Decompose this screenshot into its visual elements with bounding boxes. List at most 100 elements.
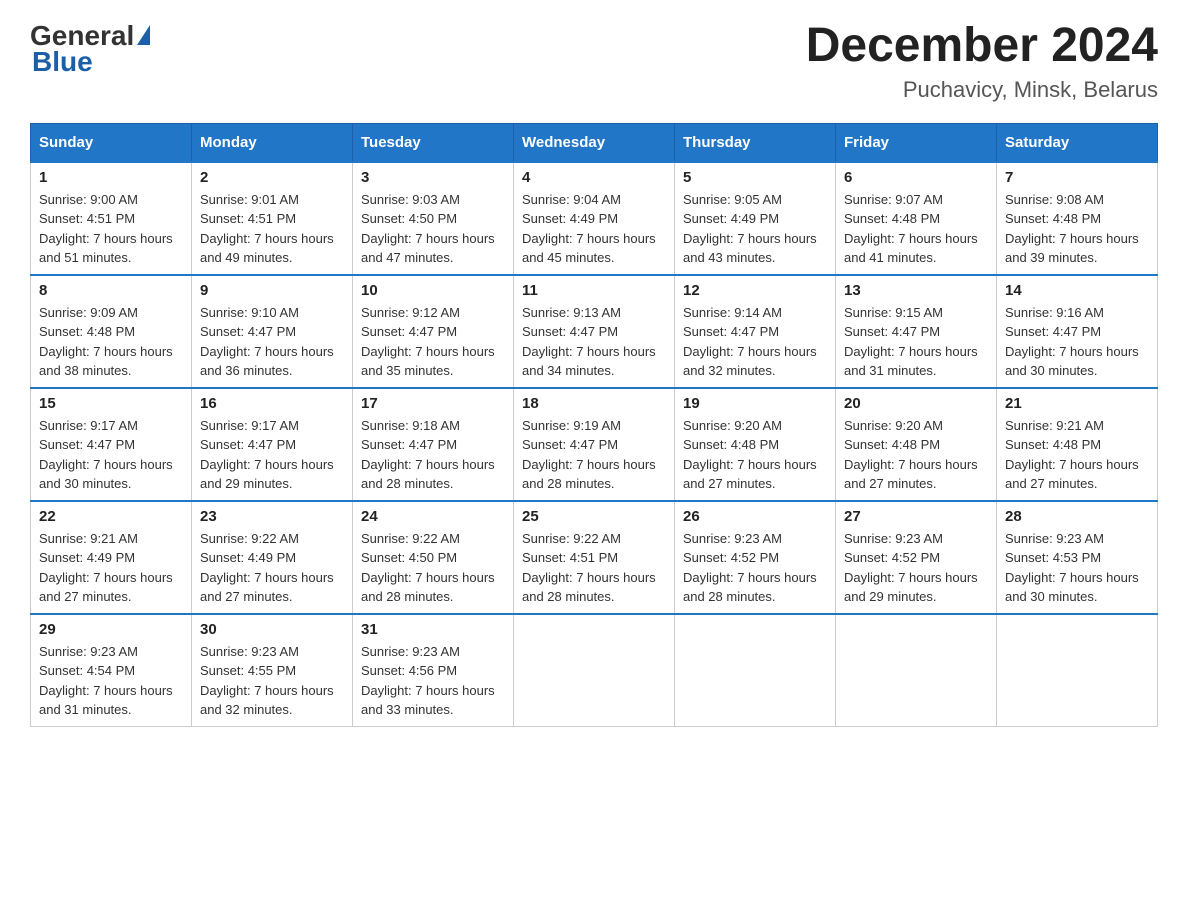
calendar-week-row-1: 1 Sunrise: 9:00 AMSunset: 4:51 PMDayligh… bbox=[31, 162, 1158, 275]
calendar-cell: 18 Sunrise: 9:19 AMSunset: 4:47 PMDaylig… bbox=[514, 388, 675, 501]
day-info: Sunrise: 9:23 AMSunset: 4:55 PMDaylight:… bbox=[200, 642, 344, 720]
calendar-cell: 25 Sunrise: 9:22 AMSunset: 4:51 PMDaylig… bbox=[514, 501, 675, 614]
day-info: Sunrise: 9:23 AMSunset: 4:53 PMDaylight:… bbox=[1005, 529, 1149, 607]
day-info: Sunrise: 9:23 AMSunset: 4:54 PMDaylight:… bbox=[39, 642, 183, 720]
calendar-cell bbox=[997, 614, 1158, 727]
calendar-cell: 3 Sunrise: 9:03 AMSunset: 4:50 PMDayligh… bbox=[353, 162, 514, 275]
calendar-cell: 4 Sunrise: 9:04 AMSunset: 4:49 PMDayligh… bbox=[514, 162, 675, 275]
day-info: Sunrise: 9:05 AMSunset: 4:49 PMDaylight:… bbox=[683, 190, 827, 268]
calendar-cell: 23 Sunrise: 9:22 AMSunset: 4:49 PMDaylig… bbox=[192, 501, 353, 614]
calendar-cell bbox=[514, 614, 675, 727]
day-number: 11 bbox=[522, 282, 666, 299]
day-info: Sunrise: 9:08 AMSunset: 4:48 PMDaylight:… bbox=[1005, 190, 1149, 268]
calendar-cell: 13 Sunrise: 9:15 AMSunset: 4:47 PMDaylig… bbox=[836, 275, 997, 388]
day-number: 7 bbox=[1005, 169, 1149, 186]
col-saturday: Saturday bbox=[997, 123, 1158, 162]
calendar-cell: 19 Sunrise: 9:20 AMSunset: 4:48 PMDaylig… bbox=[675, 388, 836, 501]
calendar-cell: 29 Sunrise: 9:23 AMSunset: 4:54 PMDaylig… bbox=[31, 614, 192, 727]
day-number: 19 bbox=[683, 395, 827, 412]
calendar-cell: 8 Sunrise: 9:09 AMSunset: 4:48 PMDayligh… bbox=[31, 275, 192, 388]
page-header: General Blue December 2024 Puchavicy, Mi… bbox=[30, 20, 1158, 103]
calendar-cell: 14 Sunrise: 9:16 AMSunset: 4:47 PMDaylig… bbox=[997, 275, 1158, 388]
day-number: 5 bbox=[683, 169, 827, 186]
calendar-week-row-4: 22 Sunrise: 9:21 AMSunset: 4:49 PMDaylig… bbox=[31, 501, 1158, 614]
day-info: Sunrise: 9:07 AMSunset: 4:48 PMDaylight:… bbox=[844, 190, 988, 268]
day-info: Sunrise: 9:23 AMSunset: 4:52 PMDaylight:… bbox=[683, 529, 827, 607]
day-number: 22 bbox=[39, 508, 183, 525]
day-number: 16 bbox=[200, 395, 344, 412]
day-number: 17 bbox=[361, 395, 505, 412]
day-number: 12 bbox=[683, 282, 827, 299]
day-info: Sunrise: 9:23 AMSunset: 4:56 PMDaylight:… bbox=[361, 642, 505, 720]
calendar-cell: 22 Sunrise: 9:21 AMSunset: 4:49 PMDaylig… bbox=[31, 501, 192, 614]
calendar-week-row-5: 29 Sunrise: 9:23 AMSunset: 4:54 PMDaylig… bbox=[31, 614, 1158, 727]
day-number: 25 bbox=[522, 508, 666, 525]
day-info: Sunrise: 9:19 AMSunset: 4:47 PMDaylight:… bbox=[522, 416, 666, 494]
day-number: 3 bbox=[361, 169, 505, 186]
calendar-cell: 10 Sunrise: 9:12 AMSunset: 4:47 PMDaylig… bbox=[353, 275, 514, 388]
day-number: 2 bbox=[200, 169, 344, 186]
calendar-cell: 27 Sunrise: 9:23 AMSunset: 4:52 PMDaylig… bbox=[836, 501, 997, 614]
day-info: Sunrise: 9:00 AMSunset: 4:51 PMDaylight:… bbox=[39, 190, 183, 268]
day-info: Sunrise: 9:22 AMSunset: 4:49 PMDaylight:… bbox=[200, 529, 344, 607]
day-number: 27 bbox=[844, 508, 988, 525]
calendar-cell: 16 Sunrise: 9:17 AMSunset: 4:47 PMDaylig… bbox=[192, 388, 353, 501]
day-info: Sunrise: 9:17 AMSunset: 4:47 PMDaylight:… bbox=[200, 416, 344, 494]
location-subtitle: Puchavicy, Minsk, Belarus bbox=[806, 77, 1158, 103]
day-info: Sunrise: 9:22 AMSunset: 4:51 PMDaylight:… bbox=[522, 529, 666, 607]
logo-blue-text: Blue bbox=[32, 46, 93, 78]
calendar-cell: 1 Sunrise: 9:00 AMSunset: 4:51 PMDayligh… bbox=[31, 162, 192, 275]
day-number: 26 bbox=[683, 508, 827, 525]
month-year-title: December 2024 bbox=[806, 20, 1158, 73]
calendar-cell bbox=[836, 614, 997, 727]
day-info: Sunrise: 9:01 AMSunset: 4:51 PMDaylight:… bbox=[200, 190, 344, 268]
day-info: Sunrise: 9:16 AMSunset: 4:47 PMDaylight:… bbox=[1005, 303, 1149, 381]
day-info: Sunrise: 9:09 AMSunset: 4:48 PMDaylight:… bbox=[39, 303, 183, 381]
day-info: Sunrise: 9:21 AMSunset: 4:48 PMDaylight:… bbox=[1005, 416, 1149, 494]
calendar-header-row: Sunday Monday Tuesday Wednesday Thursday… bbox=[31, 123, 1158, 162]
logo: General Blue bbox=[30, 20, 150, 78]
calendar-week-row-2: 8 Sunrise: 9:09 AMSunset: 4:48 PMDayligh… bbox=[31, 275, 1158, 388]
calendar-cell bbox=[675, 614, 836, 727]
col-wednesday: Wednesday bbox=[514, 123, 675, 162]
col-thursday: Thursday bbox=[675, 123, 836, 162]
calendar-cell: 30 Sunrise: 9:23 AMSunset: 4:55 PMDaylig… bbox=[192, 614, 353, 727]
calendar-cell: 9 Sunrise: 9:10 AMSunset: 4:47 PMDayligh… bbox=[192, 275, 353, 388]
day-number: 18 bbox=[522, 395, 666, 412]
calendar-cell: 31 Sunrise: 9:23 AMSunset: 4:56 PMDaylig… bbox=[353, 614, 514, 727]
day-number: 4 bbox=[522, 169, 666, 186]
calendar-cell: 15 Sunrise: 9:17 AMSunset: 4:47 PMDaylig… bbox=[31, 388, 192, 501]
day-number: 21 bbox=[1005, 395, 1149, 412]
calendar-cell: 26 Sunrise: 9:23 AMSunset: 4:52 PMDaylig… bbox=[675, 501, 836, 614]
day-info: Sunrise: 9:21 AMSunset: 4:49 PMDaylight:… bbox=[39, 529, 183, 607]
day-info: Sunrise: 9:14 AMSunset: 4:47 PMDaylight:… bbox=[683, 303, 827, 381]
calendar-cell: 28 Sunrise: 9:23 AMSunset: 4:53 PMDaylig… bbox=[997, 501, 1158, 614]
day-info: Sunrise: 9:18 AMSunset: 4:47 PMDaylight:… bbox=[361, 416, 505, 494]
day-info: Sunrise: 9:20 AMSunset: 4:48 PMDaylight:… bbox=[844, 416, 988, 494]
day-number: 15 bbox=[39, 395, 183, 412]
calendar-cell: 11 Sunrise: 9:13 AMSunset: 4:47 PMDaylig… bbox=[514, 275, 675, 388]
calendar-cell: 24 Sunrise: 9:22 AMSunset: 4:50 PMDaylig… bbox=[353, 501, 514, 614]
day-number: 28 bbox=[1005, 508, 1149, 525]
logo-triangle-icon bbox=[137, 25, 150, 45]
calendar-cell: 6 Sunrise: 9:07 AMSunset: 4:48 PMDayligh… bbox=[836, 162, 997, 275]
day-number: 23 bbox=[200, 508, 344, 525]
day-number: 1 bbox=[39, 169, 183, 186]
day-number: 29 bbox=[39, 621, 183, 638]
day-number: 30 bbox=[200, 621, 344, 638]
day-info: Sunrise: 9:22 AMSunset: 4:50 PMDaylight:… bbox=[361, 529, 505, 607]
day-info: Sunrise: 9:13 AMSunset: 4:47 PMDaylight:… bbox=[522, 303, 666, 381]
day-info: Sunrise: 9:15 AMSunset: 4:47 PMDaylight:… bbox=[844, 303, 988, 381]
calendar-cell: 7 Sunrise: 9:08 AMSunset: 4:48 PMDayligh… bbox=[997, 162, 1158, 275]
calendar-cell: 12 Sunrise: 9:14 AMSunset: 4:47 PMDaylig… bbox=[675, 275, 836, 388]
title-block: December 2024 Puchavicy, Minsk, Belarus bbox=[806, 20, 1158, 103]
day-info: Sunrise: 9:17 AMSunset: 4:47 PMDaylight:… bbox=[39, 416, 183, 494]
day-number: 31 bbox=[361, 621, 505, 638]
day-info: Sunrise: 9:23 AMSunset: 4:52 PMDaylight:… bbox=[844, 529, 988, 607]
day-number: 13 bbox=[844, 282, 988, 299]
calendar-cell: 5 Sunrise: 9:05 AMSunset: 4:49 PMDayligh… bbox=[675, 162, 836, 275]
day-number: 6 bbox=[844, 169, 988, 186]
day-info: Sunrise: 9:20 AMSunset: 4:48 PMDaylight:… bbox=[683, 416, 827, 494]
calendar-cell: 20 Sunrise: 9:20 AMSunset: 4:48 PMDaylig… bbox=[836, 388, 997, 501]
day-info: Sunrise: 9:12 AMSunset: 4:47 PMDaylight:… bbox=[361, 303, 505, 381]
